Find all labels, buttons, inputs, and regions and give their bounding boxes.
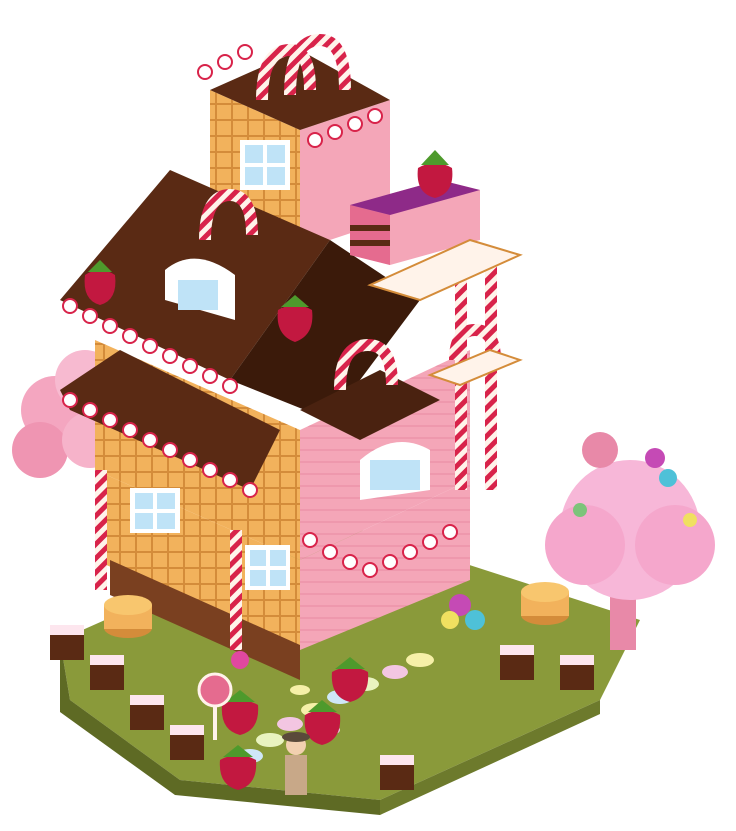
- tower-window: [240, 140, 290, 190]
- ground-window-right: [245, 545, 290, 590]
- isometric-house-canvas: [12, 33, 715, 815]
- strawberry-icon: [417, 150, 453, 198]
- ground-window-left: [130, 488, 180, 533]
- game-scene: [0, 0, 736, 831]
